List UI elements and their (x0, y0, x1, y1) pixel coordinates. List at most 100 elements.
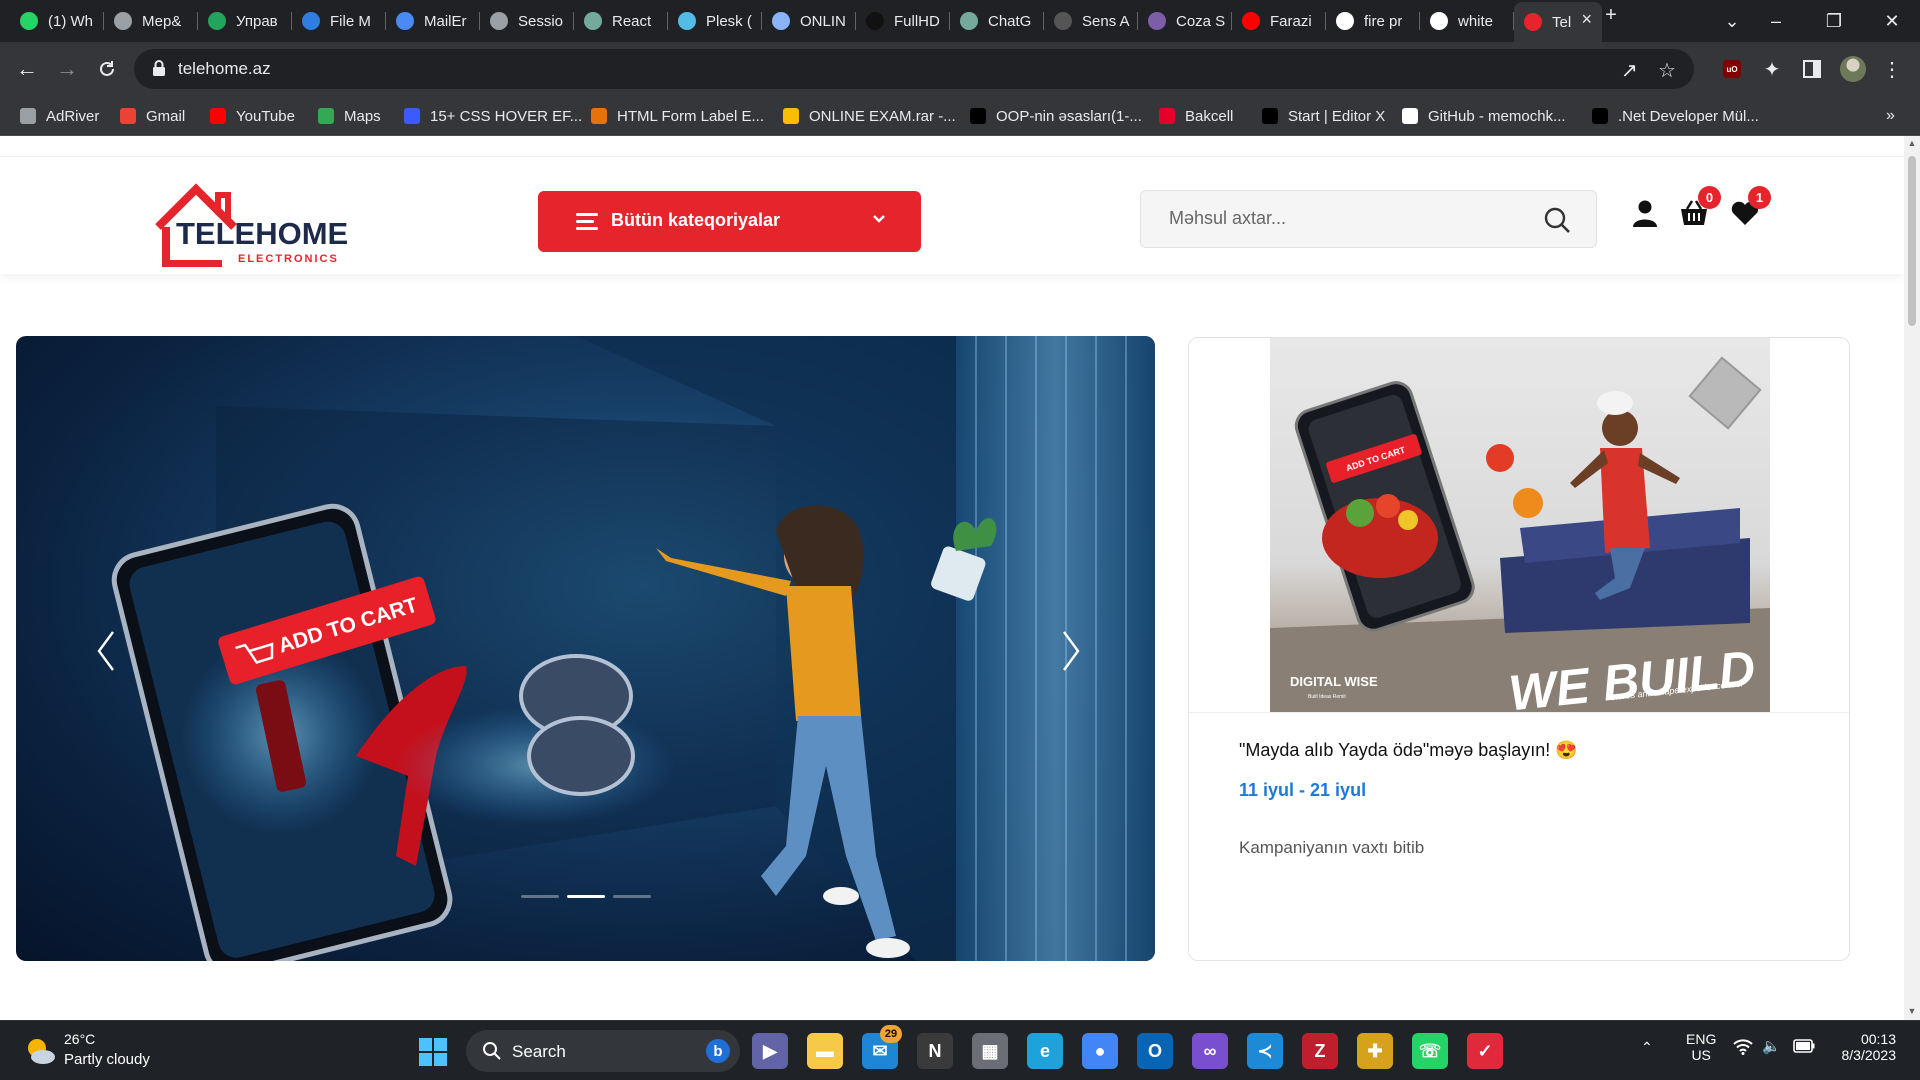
bookmark-item[interactable]: Start | Editor X (1262, 106, 1385, 126)
bookmark-item[interactable]: AdRiver (20, 106, 99, 126)
share-icon[interactable]: ↗ (1621, 58, 1638, 83)
scroll-up-icon[interactable]: ▲ (1907, 138, 1917, 148)
bookmark-item[interactable]: GitHub - memochk... (1402, 106, 1566, 126)
user-account-icon[interactable] (1629, 197, 1661, 229)
taskbar-search[interactable]: Search b (466, 1030, 740, 1072)
language-indicator[interactable]: ENG US (1686, 1031, 1716, 1063)
slider-dot[interactable] (521, 895, 559, 898)
tab-label: Tel (1552, 13, 1572, 31)
browser-tab[interactable]: Coza S (1138, 4, 1232, 38)
maps-pin-icon (318, 108, 334, 124)
reload-button[interactable] (92, 54, 122, 84)
bookmark-item[interactable]: Gmail (120, 106, 185, 126)
close-tab-icon[interactable]: × (1581, 9, 1592, 30)
restore-window-icon[interactable]: ❐ (1805, 0, 1863, 42)
address-bar[interactable]: telehome.az ↗ ☆ (134, 49, 1694, 89)
browser-tab[interactable]: ONLIN (762, 4, 856, 38)
browser-tab[interactable]: Sens A (1044, 4, 1138, 38)
browser-tab[interactable]: fire pr (1326, 4, 1420, 38)
chrome-menu-icon[interactable]: ⋮ (1877, 54, 1907, 84)
browser-tab[interactable]: Farazi (1232, 4, 1326, 38)
taskbar-search-label: Search (512, 1042, 566, 1061)
outlook-icon[interactable]: O (1137, 1033, 1173, 1069)
bookmark-item[interactable]: 15+ CSS HOVER EF... (404, 106, 582, 126)
edge-icon[interactable]: e (1027, 1033, 1063, 1069)
volume-icon[interactable]: 🔈 (1762, 1037, 1781, 1055)
scroll-down-icon[interactable]: ▼ (1907, 1006, 1917, 1016)
tab-label: Управ (236, 12, 278, 30)
sticky-app-icon[interactable]: ✚ (1357, 1033, 1393, 1069)
minimize-window-icon[interactable]: – (1747, 0, 1805, 42)
medium-icon (970, 108, 986, 124)
all-categories-button[interactable]: Bütün kateqoriyalar (538, 191, 921, 252)
visual-studio-icon[interactable]: ∞ (1192, 1033, 1228, 1069)
slider-dot[interactable] (613, 895, 651, 898)
browser-tab[interactable]: Мер& (104, 4, 198, 38)
tab-label: Coza S (1176, 12, 1226, 30)
close-window-icon[interactable]: ✕ (1863, 0, 1920, 42)
browser-tab[interactable]: File M (292, 4, 386, 38)
campaign-image-brand: DIGITAL WISE (1290, 674, 1378, 689)
url-text: telehome.az (178, 59, 271, 78)
browser-tab[interactable]: white (1420, 4, 1514, 38)
campaign-status: Kampaniyanın vaxtı bitib (1239, 838, 1425, 857)
hero-slider[interactable]: ADD TO CART (16, 336, 1155, 961)
slider-next-arrow-icon[interactable] (1056, 626, 1086, 676)
calculator-icon[interactable]: ▦ (972, 1033, 1008, 1069)
slider-prev-arrow-icon[interactable] (91, 626, 121, 676)
search-icon[interactable] (1542, 205, 1572, 235)
filezilla-icon[interactable]: Z (1302, 1033, 1338, 1069)
vscode-icon[interactable]: ≺ (1247, 1033, 1283, 1069)
side-panel-icon[interactable] (1797, 54, 1827, 84)
browser-tab[interactable]: Tel × (1514, 2, 1602, 42)
browser-tab[interactable]: React (574, 4, 668, 38)
bookmark-item[interactable]: Maps (318, 106, 381, 126)
scrollbar-thumb[interactable] (1908, 156, 1916, 326)
windows-start-icon[interactable] (418, 1037, 448, 1067)
google-icon (1430, 12, 1448, 30)
ublock-extension-icon[interactable]: uO (1717, 54, 1747, 84)
red-app-icon[interactable]: ✓ (1467, 1033, 1503, 1069)
campaign-card[interactable]: ADD TO CART WE BUILD stores and shape ex… (1188, 337, 1850, 961)
bookmark-star-icon[interactable]: ☆ (1658, 58, 1676, 83)
file-explorer-icon[interactable]: ▬ (807, 1033, 843, 1069)
campaign-title[interactable]: "Mayda alıb Yayda ödə"məyə başlayın! 😍 (1239, 740, 1578, 761)
browser-tab[interactable]: Sessio (480, 4, 574, 38)
bookmark-item[interactable]: .Net Developer Mül... (1592, 106, 1759, 126)
bookmark-item[interactable]: HTML Form Label E... (591, 106, 764, 126)
bookmark-item[interactable]: ONLINE EXAM.rar -... (783, 106, 956, 126)
bookmark-item[interactable]: OOP-nin əsasları(1-... (970, 106, 1142, 126)
browser-tab[interactable]: FullHD (856, 4, 950, 38)
slider-dot[interactable] (567, 895, 605, 898)
tray-overflow-chevron-icon[interactable]: ⌃ (1641, 1039, 1653, 1056)
search-input[interactable] (1169, 208, 1519, 229)
battery-icon[interactable] (1793, 1039, 1815, 1057)
bing-icon[interactable]: b (706, 1039, 730, 1063)
bookmarks-overflow-button[interactable]: » (1886, 106, 1895, 126)
clock[interactable]: 00:13 8/3/2023 (1836, 1031, 1897, 1063)
bakcell-icon (1159, 108, 1175, 124)
bookmark-label: AdRiver (46, 107, 100, 125)
whatsapp-icon[interactable]: ☏ (1412, 1033, 1448, 1069)
browser-tab[interactable]: (1) Wh (10, 4, 104, 38)
notion-icon[interactable]: N (917, 1033, 953, 1069)
chrome-icon[interactable]: ● (1082, 1033, 1118, 1069)
bookmark-item[interactable]: Bakcell (1159, 106, 1233, 126)
new-tab-button[interactable]: + (1595, 4, 1627, 27)
reload-icon (100, 61, 114, 76)
wifi-icon[interactable] (1733, 1039, 1753, 1059)
teams-meet-icon[interactable]: ▶ (752, 1033, 788, 1069)
browser-tab[interactable]: MailEr (386, 4, 480, 38)
telehome-logo[interactable]: TELEHOME ELECTRONICS (152, 177, 352, 268)
back-button[interactable]: ← (12, 54, 42, 84)
browser-tab[interactable]: ChatG (950, 4, 1044, 38)
browser-tab[interactable]: Управ (198, 4, 292, 38)
tab-label: fire pr (1364, 12, 1403, 30)
browser-tab[interactable]: Plesk ( (668, 4, 762, 38)
profile-avatar[interactable] (1838, 54, 1868, 84)
bookmark-label: .Net Developer Mül... (1618, 107, 1759, 125)
extensions-puzzle-icon[interactable]: ✦ (1757, 54, 1787, 84)
page-scrollbar[interactable]: ▲ ▼ (1904, 136, 1920, 1020)
forward-button[interactable]: → (52, 54, 82, 84)
bookmark-item[interactable]: YouTube (210, 106, 295, 126)
